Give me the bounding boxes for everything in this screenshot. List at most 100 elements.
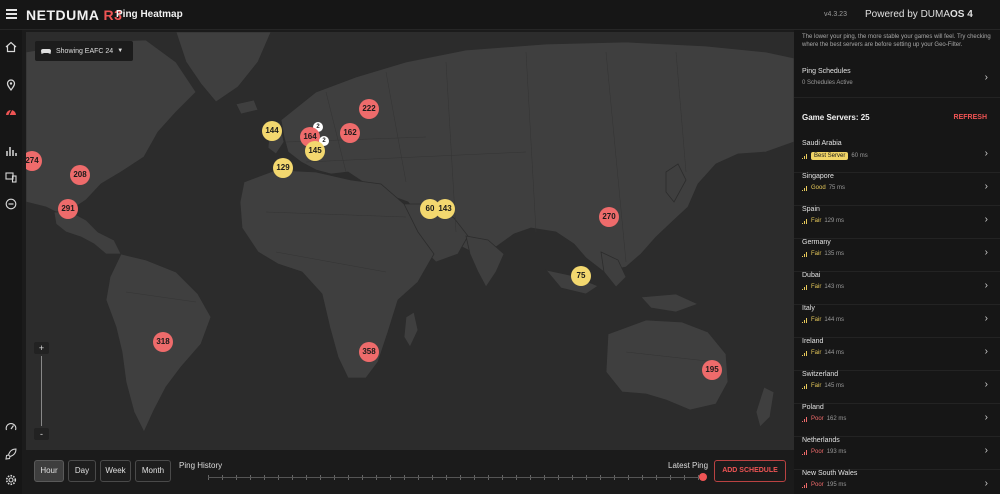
zoom-in-button[interactable]: + [34, 342, 49, 354]
zoom-slider-track[interactable] [41, 356, 42, 426]
server-ping: 143 ms [824, 284, 845, 290]
chevron-right-icon: › [984, 214, 988, 225]
signal-strength-icon [802, 185, 808, 191]
bar-chart-icon[interactable] [4, 144, 18, 158]
world-ping-map[interactable]: Showing EAFC 24 ▼ + - 222 144 2 164 162 … [26, 32, 794, 450]
ping-marker-us-east[interactable]: 208 [70, 165, 90, 185]
ping-marker-switzerland[interactable]: 145 [305, 141, 325, 161]
server-row[interactable]: Singapore Good 75 ms › [794, 173, 1000, 206]
ping-marker-ireland[interactable]: 144 [262, 121, 282, 141]
server-ping: 144 ms [824, 317, 845, 323]
server-quality: Fair [811, 350, 822, 356]
left-nav-rail [0, 30, 22, 494]
powered-by-label: Powered by DUMAOS 4 [865, 9, 973, 20]
ping-heatmap-icon[interactable] [4, 104, 18, 118]
server-meta: Poor 193 ms [802, 449, 846, 455]
zoom-out-button[interactable]: - [34, 428, 49, 440]
range-day-button[interactable]: Day [68, 460, 96, 482]
server-row[interactable]: Italy Fair 144 ms › [794, 305, 1000, 338]
server-quality: Poor [811, 449, 824, 455]
ping-marker-south-africa[interactable]: 358 [359, 342, 379, 362]
server-name: Dubai [802, 272, 821, 279]
ping-schedules-count: 0 Schedules Active [802, 80, 853, 86]
server-quality: Poor [811, 482, 824, 488]
latest-ping-label: Latest Ping [668, 461, 709, 470]
panel-description: The lower your ping, the more stable you… [802, 34, 991, 48]
server-ping: 129 ms [824, 218, 845, 224]
server-meta: Fair 135 ms [802, 251, 844, 257]
right-panel: The lower your ping, the more stable you… [794, 30, 1000, 494]
server-row[interactable]: Ireland Fair 144 ms › [794, 338, 1000, 371]
chevron-right-icon: › [984, 280, 988, 291]
chevron-right-icon: › [984, 478, 988, 489]
server-row[interactable]: Switzerland Fair 145 ms › [794, 371, 1000, 404]
best-server-badge: Best Server [811, 152, 849, 160]
range-hour-button[interactable]: Hour [34, 460, 64, 482]
ping-history-slider[interactable] [208, 477, 703, 478]
ping-marker-us-south[interactable]: 291 [58, 199, 78, 219]
server-row[interactable]: New South Wales Poor 195 ms › [794, 470, 1000, 494]
signal-strength-icon [802, 416, 808, 422]
ping-marker-singapore[interactable]: 75 [571, 266, 591, 286]
world-map-land [26, 32, 794, 433]
brand-logo: NETDUMA R3 [26, 7, 123, 23]
server-ping: 135 ms [824, 251, 845, 257]
ping-marker-brazil[interactable]: 318 [153, 332, 173, 352]
page-title: Ping Heatmap [116, 9, 183, 20]
chevron-right-icon: › [984, 72, 988, 83]
chevron-right-icon: › [984, 445, 988, 456]
chevron-right-icon: › [984, 346, 988, 357]
server-quality: Poor [811, 416, 824, 422]
signal-strength-icon [802, 317, 808, 323]
ping-marker-russia[interactable]: 222 [359, 99, 379, 119]
refresh-button[interactable]: REFRESH [954, 114, 987, 121]
server-quality: Good [811, 185, 826, 191]
settings-gear-icon[interactable] [4, 473, 18, 487]
server-row[interactable]: Poland Poor 162 ms › [794, 404, 1000, 437]
server-name: Ireland [802, 338, 824, 345]
speedometer-icon[interactable] [4, 420, 18, 434]
chevron-right-icon: › [984, 181, 988, 192]
gamepad-icon [41, 48, 51, 54]
server-quality: Fair [811, 218, 822, 224]
range-week-button[interactable]: Week [100, 460, 131, 482]
devices-icon[interactable] [4, 170, 18, 184]
ping-schedules-row[interactable]: Ping Schedules 0 Schedules Active › [794, 68, 1000, 98]
signal-strength-icon [802, 449, 808, 455]
signal-strength-icon [802, 383, 808, 389]
server-name: Singapore [802, 173, 834, 180]
server-name: Poland [802, 404, 824, 411]
ping-history-handle[interactable] [699, 473, 707, 481]
menu-icon[interactable] [6, 9, 17, 19]
ping-marker-dubai[interactable]: 143 [435, 199, 455, 219]
ping-marker-spain[interactable]: 129 [273, 158, 293, 178]
server-quality: Fair [811, 383, 822, 389]
home-icon[interactable] [4, 40, 18, 54]
server-name: New South Wales [802, 470, 858, 477]
server-row[interactable]: Saudi Arabia Best Server 60 ms › [794, 140, 1000, 173]
version-label: v4.3.23 [824, 11, 847, 18]
server-row[interactable]: Netherlands Poor 193 ms › [794, 437, 1000, 470]
location-pin-icon[interactable] [4, 78, 18, 92]
rocket-icon[interactable] [4, 447, 18, 461]
game-selector-dropdown[interactable]: Showing EAFC 24 ▼ [35, 41, 133, 61]
server-ping: 145 ms [824, 383, 845, 389]
range-month-button[interactable]: Month [135, 460, 171, 482]
server-row[interactable]: Dubai Fair 143 ms › [794, 272, 1000, 305]
block-icon[interactable] [4, 197, 18, 211]
server-meta: Fair 145 ms [802, 383, 844, 389]
ping-marker-hong-kong[interactable]: 270 [599, 207, 619, 227]
server-meta: Poor 195 ms [802, 482, 846, 488]
server-row[interactable]: Germany Fair 135 ms › [794, 239, 1000, 272]
server-name: Saudi Arabia [802, 140, 842, 147]
server-meta: Good 75 ms [802, 185, 845, 191]
server-meta: Poor 162 ms [802, 416, 846, 422]
ping-marker-new-south-wales[interactable]: 195 [702, 360, 722, 380]
server-quality: Fair [811, 284, 822, 290]
server-row[interactable]: Spain Fair 129 ms › [794, 206, 1000, 239]
signal-strength-icon [802, 482, 808, 488]
server-name: Germany [802, 239, 831, 246]
add-schedule-button[interactable]: ADD SCHEDULE [714, 460, 786, 482]
ping-marker-poland[interactable]: 162 [340, 123, 360, 143]
chevron-right-icon: › [984, 148, 988, 159]
